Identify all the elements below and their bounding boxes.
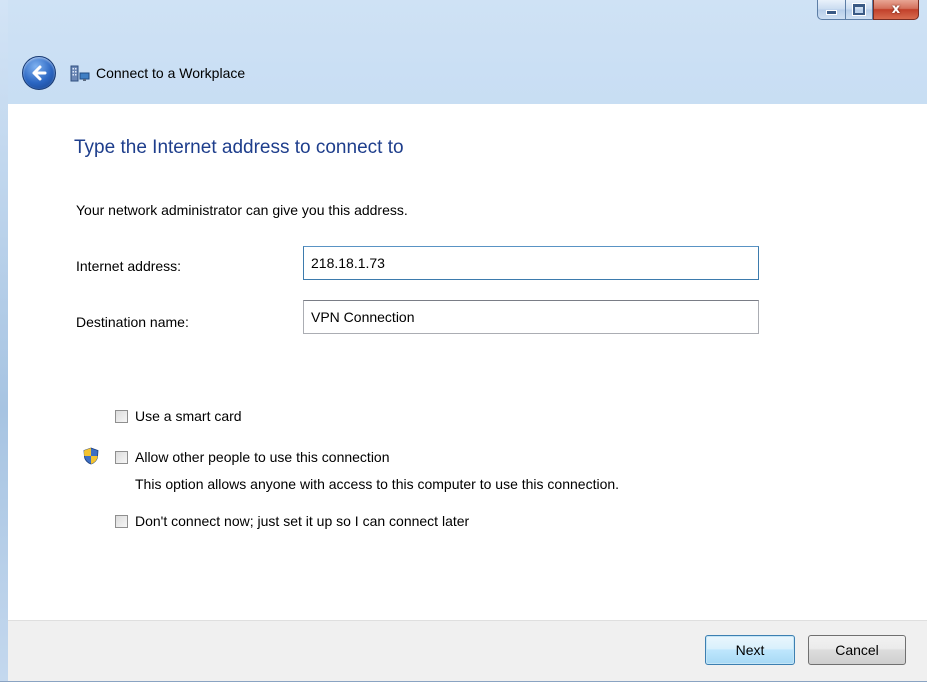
back-button[interactable] — [22, 56, 56, 90]
internet-address-label: Internet address: — [76, 258, 182, 274]
allow-others-note: This option allows anyone with access to… — [135, 476, 620, 492]
connect-later-label: Don't connect now; just set it up so I c… — [135, 513, 470, 529]
allow-others-checkbox[interactable] — [115, 450, 128, 464]
description-text: Your network administrator can give you … — [76, 202, 408, 218]
smart-card-checkbox[interactable] — [115, 409, 128, 423]
wizard-header: Connect to a Workplace — [8, 42, 927, 104]
workplace-network-icon — [70, 65, 90, 82]
maximize-icon — [853, 4, 865, 15]
connect-later-option[interactable]: Don't connect now; just set it up so I c… — [115, 513, 469, 529]
smart-card-option[interactable]: Use a smart card — [115, 408, 242, 424]
close-button[interactable]: x — [873, 0, 919, 20]
destination-name-input[interactable] — [303, 300, 759, 334]
close-icon: x — [891, 2, 901, 17]
back-arrow-icon — [32, 65, 47, 81]
minimize-icon — [826, 10, 837, 15]
uac-shield-icon — [83, 447, 99, 465]
minimize-button[interactable] — [817, 0, 845, 20]
content-pane: Type the Internet address to connect to … — [8, 104, 927, 620]
main-instruction: Type the Internet address to connect to — [74, 137, 404, 158]
wizard-footer: Next Cancel — [8, 620, 927, 682]
window-title: Connect to a Workplace — [96, 65, 246, 81]
allow-others-label: Allow other people to use this connectio… — [135, 449, 390, 465]
caption-buttons: x — [817, 0, 919, 22]
smart-card-label: Use a smart card — [135, 408, 242, 424]
maximize-button[interactable] — [845, 0, 873, 20]
destination-name-label: Destination name: — [76, 314, 189, 330]
window-frame-left-edge — [0, 0, 8, 682]
cancel-button[interactable]: Cancel — [808, 635, 906, 665]
connect-later-checkbox[interactable] — [115, 514, 128, 528]
allow-others-option[interactable]: Allow other people to use this connectio… — [115, 449, 390, 465]
internet-address-input[interactable] — [303, 246, 759, 280]
next-button[interactable]: Next — [705, 635, 795, 665]
